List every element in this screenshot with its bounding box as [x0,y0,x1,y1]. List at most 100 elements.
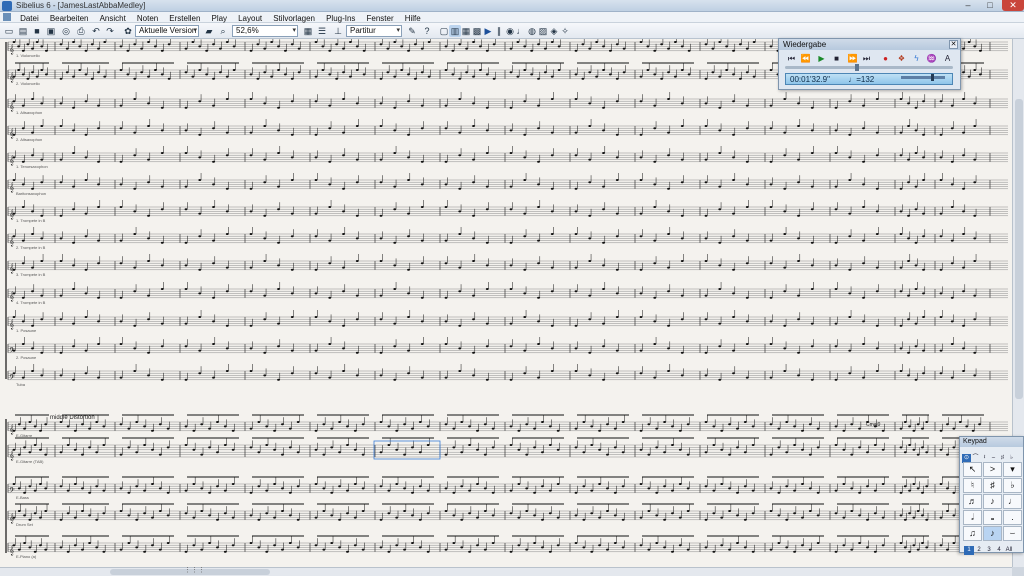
note-head [946,510,949,512]
view-select[interactable]: Partitur ▾ [346,25,402,37]
keypad-layout-all[interactable]: All [1004,546,1014,555]
note-head [184,489,188,492]
rewind-icon[interactable]: ⏪ [799,53,812,64]
note-head [458,233,462,235]
save-as-icon[interactable]: ▣ [45,25,57,37]
playback-window[interactable]: Wiedergabe ✕ ⏮ ⏪ ▶ ■ ⏩ ⏭ ● ❖ ϟ ♒ A 00:01… [778,38,961,90]
sixteenth-note-key[interactable]: ♬ [963,494,982,509]
note-head [574,446,578,449]
fast-forward-icon[interactable]: ⏩ [846,53,859,64]
note-head [314,292,318,295]
open-icon[interactable]: ▤ [17,25,29,37]
note-head [35,75,39,78]
note-head [198,156,202,159]
note-head [582,451,586,454]
close-button[interactable]: ✕ [1002,0,1024,11]
horizontal-scrollbar[interactable]: ⋮⋮⋮ [0,567,1012,576]
note-head [81,487,84,490]
document-icon[interactable] [3,13,11,21]
quarter-note-key[interactable]: ♩ [1003,494,1022,509]
vertical-scroll-thumb[interactable] [1015,99,1023,399]
note-head [26,43,30,46]
rewind-start-icon[interactable]: ⏮ [785,53,798,64]
save-icon[interactable]: ■ [31,25,43,37]
note-head [468,444,471,446]
score-canvas[interactable]: 𝄞𝄞𝄞𝄞𝄞𝄞𝄞𝄞𝄞𝄞𝄞𝄢𝄢𝄞𝄞𝄢𝄞𝄞 [0,39,1012,567]
tempo-slider-knob[interactable] [931,74,934,81]
note-head [622,47,626,50]
help-icon[interactable]: ? [421,25,433,37]
play-icon[interactable]: ▶ [815,53,828,64]
versions-icon[interactable]: ✿ [122,25,134,37]
accent-key[interactable]: > [983,462,1002,477]
note-head [622,71,626,74]
list-view-icon[interactable]: ☰ [316,25,328,37]
keypad-layout-4[interactable]: 4 [994,546,1004,555]
version-select[interactable]: Aktuelle Version ▾ [135,25,199,37]
note-head [667,187,670,190]
playback-position-knob[interactable] [855,64,859,71]
pointer-key[interactable]: ↖ [963,462,982,477]
natural-key[interactable]: ♮ [963,478,982,493]
note-head [322,453,326,456]
note-head [704,546,708,549]
note-head [119,510,123,512]
keypad-layout-3[interactable]: 3 [984,546,994,555]
menu-bar: Datei Bearbeiten Ansicht Noten Erstellen… [0,12,1024,23]
note-head [44,487,48,490]
mixer-icon[interactable]: ✎ [406,25,418,37]
scan-icon[interactable]: ◎ [60,25,72,37]
record-icon[interactable]: ● [879,53,892,64]
minimize-button[interactable]: – [958,0,978,11]
note-head [973,214,977,217]
live-tempo-icon[interactable]: ❖ [895,53,908,64]
eighth-note-key[interactable]: ♪ [983,494,1002,509]
stop-icon[interactable]: ■ [830,53,843,64]
keypad-layout-1[interactable]: 1 [964,546,974,555]
note-head [797,237,800,240]
whole-note-key[interactable]: 𝅝 [983,510,1002,525]
tempo-slider[interactable] [901,74,945,81]
redo-icon[interactable]: ↷ [104,25,116,37]
note-head [810,185,814,188]
ideas-hub-icon[interactable]: ✧ [559,25,571,37]
live-playback-icon[interactable]: ϟ [910,53,923,64]
note-head [17,45,21,48]
tie-key[interactable]: ⌣ [1003,526,1022,541]
note-head [420,127,424,130]
panorama-icon[interactable]: ▦ [302,25,314,37]
playback-position-slider[interactable] [785,64,953,71]
interpretation-icon[interactable]: ♒ [925,53,938,64]
dot-key[interactable]: . [1003,510,1022,525]
playback-title-bar[interactable]: Wiedergabe ✕ [779,39,960,50]
note-head [899,491,903,494]
zoom-icon[interactable]: ⌕ [217,25,229,37]
note-head [606,453,609,456]
note-head [736,446,739,449]
note-head [59,451,63,454]
selected-duration-key[interactable]: ♪ [983,526,1002,541]
print-icon[interactable]: ⎙ [75,25,87,37]
note-head [525,423,529,426]
note-head [444,69,448,71]
focus-staves-icon[interactable]: ⊥ [332,25,344,37]
forward-end-icon[interactable]: ⏭ [860,53,873,64]
flat-key[interactable]: ♭ [1003,478,1022,493]
keypad-window[interactable]: Keypad ⊙ ⌒ 𝄽 ⌢ ♯ ♭ ↖ > ▾ ♮ ♯ ♭ ♬ ♪ ♩ 𝅗𝅥 𝅝 . ♫… [959,436,1024,555]
keypad-layout-2[interactable]: 2 [974,546,984,555]
playback-close-button[interactable]: ✕ [949,40,958,49]
thirtysecond-note-key[interactable]: ♫ [963,526,982,541]
note-head [862,183,865,186]
note-head [133,324,137,327]
undo-icon[interactable]: ↶ [90,25,102,37]
open-folder-icon[interactable]: ▰ [203,25,215,37]
note-head [743,421,747,423]
half-note-key[interactable]: 𝅗𝅥 [963,510,982,525]
score-view[interactable]: 𝄞 𝄞 𝄞 𝄞 𝄞 𝄞 𝄞 𝄞 𝄞 𝄞 𝄞 𝄢 𝄢 𝄞 𝄞 𝄢 𝄞 𝄞 1. Violoncello 2. Viol… [0,39,1012,567]
new-icon[interactable]: ▭ [3,25,15,37]
sharp-key[interactable]: ♯ [983,478,1002,493]
zoom-select[interactable]: 52,6% ▾ [232,25,298,37]
staccatissimo-key[interactable]: ▾ [1003,462,1022,477]
transport-text-icon[interactable]: A [941,53,954,64]
maximize-button[interactable]: □ [980,0,1000,11]
